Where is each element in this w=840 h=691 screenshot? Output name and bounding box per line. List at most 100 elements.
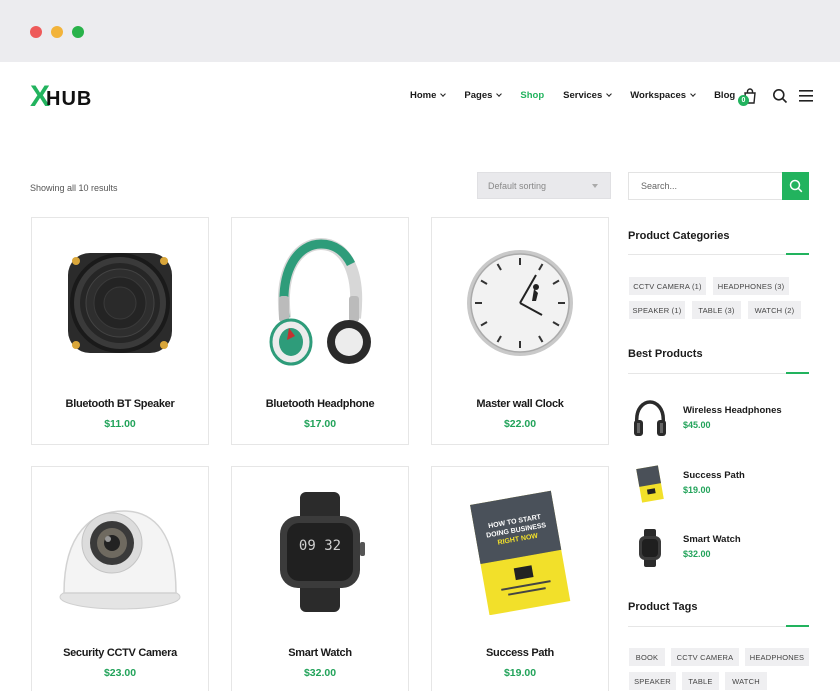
best-product-thumb[interactable]	[628, 526, 672, 570]
product-name[interactable]: Success Path	[432, 647, 608, 659]
product-price: $19.00	[503, 667, 537, 679]
product-price: $17.00	[303, 418, 337, 430]
cart-count-badge: 0	[738, 95, 749, 106]
divider-accent	[786, 625, 809, 627]
product-image[interactable]: 09 32	[232, 467, 408, 637]
window-maximize-button[interactable]	[72, 26, 84, 38]
chevron-down-icon	[606, 91, 613, 97]
sort-select[interactable]: Default sorting	[477, 172, 611, 199]
headphone-icon	[269, 238, 371, 366]
product-price: $22.00	[503, 418, 537, 430]
categories-title: Product Categories	[628, 230, 730, 242]
best-product-name[interactable]: Wireless Headphones	[683, 405, 782, 416]
caret-down-icon	[592, 184, 598, 188]
widget-divider	[628, 372, 809, 374]
product-name[interactable]: Bluetooth Headphone	[232, 398, 408, 410]
cctv-camera-icon	[59, 510, 181, 610]
nav-label: Home	[410, 90, 437, 101]
nav-label: Workspaces	[630, 90, 687, 101]
best-product-price: $45.00	[683, 420, 711, 430]
best-product-name[interactable]: Success Path	[683, 470, 745, 481]
tag-chip[interactable]: TABLE	[682, 672, 719, 690]
best-product-item[interactable]: Success Path $19.00	[628, 462, 809, 512]
chevron-down-icon	[690, 91, 696, 97]
best-product-price: $32.00	[683, 549, 711, 559]
nav-label: Pages	[464, 90, 493, 101]
product-card[interactable]: 09 32 Smart Watch $32.00	[231, 466, 409, 691]
best-product-thumb[interactable]	[628, 397, 672, 441]
product-image[interactable]	[32, 467, 208, 637]
header-actions: 0	[738, 88, 814, 106]
sidebar-search	[628, 172, 809, 200]
product-price: $32.00	[303, 667, 337, 679]
cart-button[interactable]: 0	[738, 88, 758, 106]
nav-item-pages[interactable]: Pages	[464, 90, 503, 101]
best-product-name[interactable]: Smart Watch	[683, 534, 741, 545]
product-name[interactable]: Smart Watch	[232, 647, 408, 659]
product-image[interactable]	[32, 218, 208, 388]
widget-divider	[628, 253, 809, 255]
product-image[interactable]	[232, 218, 408, 388]
category-chip[interactable]: WATCH (2)	[748, 301, 801, 319]
results-count: Showing all 10 results	[30, 183, 118, 193]
search-input[interactable]	[629, 173, 782, 199]
sort-select-value: Default sorting	[488, 180, 547, 191]
product-name[interactable]: Master wall Clock	[432, 398, 608, 410]
product-card[interactable]: Bluetooth BT Speaker $11.00	[31, 217, 209, 445]
search-icon[interactable]	[772, 88, 788, 104]
book-icon	[636, 465, 664, 503]
nav-item-blog[interactable]: Blog	[714, 90, 735, 101]
chevron-down-icon	[440, 91, 447, 97]
product-price: $11.00	[104, 418, 136, 430]
best-product-item[interactable]: Smart Watch $32.00	[628, 526, 809, 576]
best-product-item[interactable]: Wireless Headphones $45.00	[628, 397, 809, 447]
tag-chip[interactable]: SPEAKER	[629, 672, 676, 690]
tag-chip[interactable]: BOOK	[629, 648, 665, 666]
main-nav: Home Pages Shop Services Workspaces Blog	[410, 90, 735, 101]
nav-item-services[interactable]: Services	[563, 90, 613, 101]
product-name[interactable]: Bluetooth BT Speaker	[32, 398, 208, 410]
menu-icon[interactable]	[799, 89, 814, 103]
nav-label: Shop	[520, 90, 545, 101]
headphones-icon	[634, 400, 666, 436]
tag-chip[interactable]: WATCH	[725, 672, 767, 690]
window-minimize-button[interactable]	[51, 26, 63, 38]
divider-accent	[786, 253, 809, 255]
product-name[interactable]: Security CCTV Camera	[32, 647, 208, 659]
chevron-down-icon	[496, 91, 503, 97]
book-icon: HOW TO START DOING BUSINESS RIGHT NOW	[470, 490, 571, 615]
tag-chip[interactable]: CCTV CAMERA	[671, 648, 739, 666]
product-image[interactable]	[432, 218, 608, 388]
best-products-title: Best Products	[628, 348, 703, 360]
smart-watch-icon: 09 32	[280, 492, 365, 612]
browser-chrome	[0, 0, 840, 62]
tag-chip[interactable]: HEADPHONES	[745, 648, 809, 666]
watch-time-text: 09 32	[299, 538, 341, 554]
product-image[interactable]: HOW TO START DOING BUSINESS RIGHT NOW	[432, 467, 608, 637]
widget-divider	[628, 625, 809, 627]
product-price: $23.00	[103, 667, 137, 679]
site-logo[interactable]: X HUB	[30, 80, 92, 114]
category-chip[interactable]: SPEAKER (1)	[629, 301, 685, 319]
nav-item-workspaces[interactable]: Workspaces	[630, 90, 696, 101]
nav-item-home[interactable]: Home	[410, 90, 447, 101]
smart-watch-icon	[639, 529, 661, 567]
speaker-icon	[68, 253, 172, 353]
site-header: X HUB Home Pages Shop Services Workspace…	[0, 62, 840, 132]
product-card[interactable]: Bluetooth Headphone $17.00	[231, 217, 409, 445]
product-card[interactable]: HOW TO START DOING BUSINESS RIGHT NOW Su…	[431, 466, 609, 691]
category-chip[interactable]: TABLE (3)	[692, 301, 741, 319]
search-button[interactable]	[782, 172, 809, 200]
product-card[interactable]: Security CCTV Camera $23.00	[31, 466, 209, 691]
product-card[interactable]: Master wall Clock $22.00	[431, 217, 609, 445]
window-close-button[interactable]	[30, 26, 42, 38]
category-chip[interactable]: HEADPHONES (3)	[713, 277, 789, 295]
best-product-thumb[interactable]	[628, 462, 672, 506]
logo-text: HUB	[46, 87, 93, 110]
category-chip[interactable]: CCTV CAMERA (1)	[629, 277, 706, 295]
nav-label: Services	[563, 90, 603, 101]
nav-label: Blog	[714, 90, 736, 101]
wall-clock-icon	[467, 250, 573, 356]
nav-item-shop[interactable]: Shop	[520, 90, 544, 101]
search-icon	[789, 179, 802, 193]
